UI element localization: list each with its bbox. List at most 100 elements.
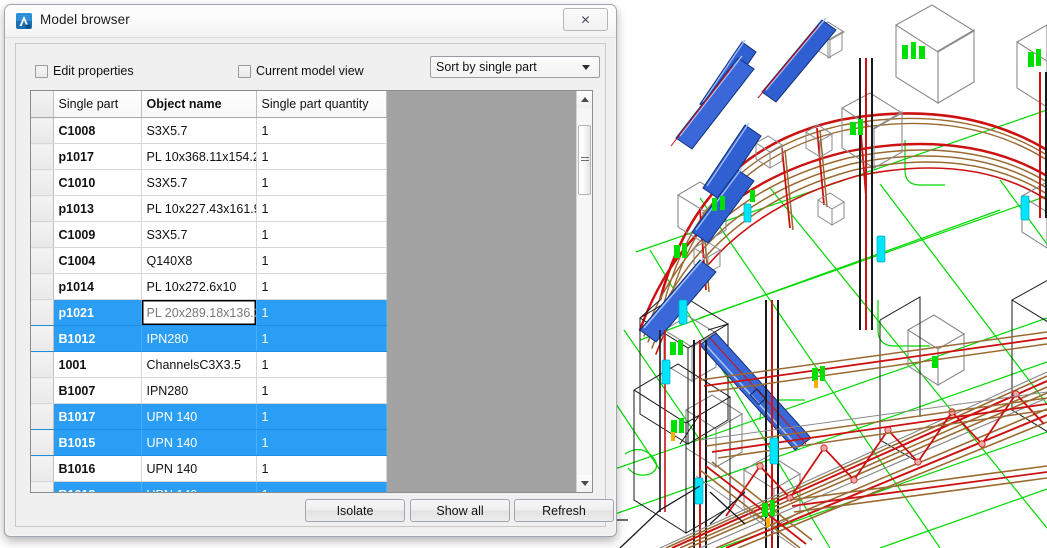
cell-single-part[interactable]: B1017 — [53, 403, 142, 430]
row-selector-cell[interactable] — [31, 429, 54, 456]
cell-single-part-quantity[interactable]: 1 — [256, 455, 387, 482]
cell-single-part[interactable]: C1004 — [53, 247, 142, 274]
scroll-down-icon[interactable] — [577, 475, 592, 492]
row-selector-cell[interactable] — [31, 455, 54, 482]
cell-single-part[interactable]: p1017 — [53, 143, 142, 170]
cell-object-name-editing[interactable]: PL 20x289.18x136.2 — [141, 299, 257, 326]
isolate-button[interactable]: Isolate — [305, 499, 405, 522]
cell-single-part-quantity[interactable]: 1 — [256, 117, 387, 144]
cell-object-name[interactable]: S3X5.7 — [141, 169, 257, 196]
cell-single-part[interactable]: p1021 — [53, 299, 142, 326]
cell-single-part-quantity[interactable]: 1 — [256, 481, 387, 492]
cell-single-part-quantity[interactable]: 1 — [256, 143, 387, 170]
cell-single-part-quantity[interactable]: 1 — [256, 273, 387, 300]
scrollbar-thumb[interactable] — [578, 125, 591, 195]
table-row[interactable]: C1004 Q140X8 1 — [31, 247, 387, 274]
table-row[interactable]: 1001 ChannelsC3X3.5 1 — [31, 351, 387, 378]
table-row[interactable]: B1012 IPN280 1 — [31, 325, 387, 352]
row-selector-cell[interactable] — [31, 169, 54, 196]
column-header-selector[interactable] — [31, 91, 54, 118]
cell-object-name[interactable]: UPN 140 — [141, 429, 257, 456]
row-selector-cell[interactable] — [31, 221, 54, 248]
checkbox-box — [35, 64, 48, 78]
table-header-row: Single part Object name Single part quan… — [31, 91, 387, 118]
cell-single-part[interactable]: p1013 — [53, 195, 142, 222]
column-header-single-part[interactable]: Single part — [53, 91, 142, 118]
row-selector-cell[interactable] — [31, 325, 54, 352]
cell-single-part-quantity[interactable]: 1 — [256, 377, 387, 404]
checkbox-label: Current model view — [256, 64, 364, 78]
table-row[interactable]: p1013 PL 10x227.43x161.95 1 — [31, 195, 387, 222]
column-header-single-part-quantity[interactable]: Single part quantity — [256, 91, 387, 118]
cell-single-part[interactable]: B1018 — [53, 481, 142, 492]
cell-object-name[interactable]: UPN 140 — [141, 481, 257, 492]
table-row[interactable]: p1021 PL 20x289.18x136.2 1 — [31, 299, 387, 326]
grid-vertical-scrollbar[interactable] — [576, 91, 592, 492]
table-row[interactable]: C1010 S3X5.7 1 — [31, 169, 387, 196]
cell-single-part-quantity[interactable]: 1 — [256, 169, 387, 196]
cell-single-part[interactable]: C1009 — [53, 221, 142, 248]
cell-single-part[interactable]: B1015 — [53, 429, 142, 456]
table-row[interactable]: p1017 PL 10x368.11x154.28 1 — [31, 143, 387, 170]
cell-object-name[interactable]: UPN 140 — [141, 403, 257, 430]
cell-single-part[interactable]: 1001 — [53, 351, 142, 378]
refresh-button[interactable]: Refresh — [514, 499, 614, 522]
row-selector-cell[interactable] — [31, 195, 54, 222]
cell-single-part[interactable]: C1010 — [53, 169, 142, 196]
parts-grid[interactable]: Single part Object name Single part quan… — [30, 90, 593, 493]
row-selector-cell[interactable] — [31, 143, 54, 170]
chevron-down-icon — [582, 64, 590, 70]
dialog-body: Edit properties Current model view Sort … — [15, 43, 614, 527]
cell-object-name[interactable]: PL 10x272.6x10 — [141, 273, 257, 300]
show-all-button[interactable]: Show all — [410, 499, 510, 522]
cell-object-name[interactable]: IPN280 — [141, 325, 257, 352]
cell-single-part-quantity[interactable]: 1 — [256, 299, 387, 326]
cell-single-part-quantity[interactable]: 1 — [256, 221, 387, 248]
table-row[interactable]: p1014 PL 10x272.6x10 1 — [31, 273, 387, 300]
autocad-a-icon — [16, 13, 32, 29]
cell-object-name[interactable]: PL 10x368.11x154.28 — [141, 143, 257, 170]
cell-single-part[interactable]: B1007 — [53, 377, 142, 404]
dialog-titlebar[interactable]: Model browser ✕ — [5, 5, 616, 38]
cell-object-name[interactable]: Q140X8 — [141, 247, 257, 274]
row-selector-cell[interactable] — [31, 351, 54, 378]
cell-single-part-quantity[interactable]: 1 — [256, 325, 387, 352]
cell-single-part-quantity[interactable]: 1 — [256, 403, 387, 430]
cell-single-part[interactable]: p1014 — [53, 273, 142, 300]
table-row[interactable]: B1015 UPN 140 1 — [31, 429, 387, 456]
table-row[interactable]: C1009 S3X5.7 1 — [31, 221, 387, 248]
cell-single-part[interactable]: C1008 — [53, 117, 142, 144]
close-button[interactable]: ✕ — [563, 8, 608, 31]
checkbox-edit-properties[interactable]: Edit properties — [35, 64, 134, 78]
cell-object-name[interactable]: S3X5.7 — [141, 117, 257, 144]
cell-object-name[interactable]: S3X5.7 — [141, 221, 257, 248]
cell-single-part[interactable]: B1016 — [53, 455, 142, 482]
scroll-up-icon[interactable] — [577, 91, 592, 108]
table-row[interactable]: B1018UPN 1401 — [31, 481, 387, 492]
model-browser-dialog: Model browser ✕ Edit properties Current … — [4, 4, 617, 537]
cell-single-part-quantity[interactable]: 1 — [256, 351, 387, 378]
row-selector-cell[interactable] — [31, 273, 54, 300]
cell-object-name[interactable]: IPN280 — [141, 377, 257, 404]
checkbox-current-model-view[interactable]: Current model view — [238, 64, 364, 78]
row-selector-cell[interactable] — [31, 377, 54, 404]
row-selector-cell[interactable] — [31, 247, 54, 274]
cell-single-part-quantity[interactable]: 1 — [256, 247, 387, 274]
cell-single-part[interactable]: B1012 — [53, 325, 142, 352]
row-selector-cell[interactable] — [31, 117, 54, 144]
cell-object-name[interactable]: PL 10x227.43x161.95 — [141, 195, 257, 222]
cell-object-name[interactable]: UPN 140 — [141, 455, 257, 482]
table-row[interactable]: B1016 UPN 140 1 — [31, 455, 387, 482]
column-header-object-name[interactable]: Object name — [141, 91, 257, 118]
row-selector-cell[interactable] — [31, 299, 54, 326]
cell-object-name[interactable]: ChannelsC3X3.5 — [141, 351, 257, 378]
sort-dropdown[interactable]: Sort by single part — [430, 56, 600, 78]
table-row[interactable]: C1008 S3X5.7 1 — [31, 117, 387, 144]
table-row[interactable]: B1017 UPN 140 1 — [31, 403, 387, 430]
row-selector-cell[interactable] — [31, 403, 54, 430]
checkbox-label: Edit properties — [53, 64, 134, 78]
row-selector-cell[interactable] — [31, 481, 54, 492]
table-row[interactable]: B1007 IPN280 1 — [31, 377, 387, 404]
cell-single-part-quantity[interactable]: 1 — [256, 429, 387, 456]
cell-single-part-quantity[interactable]: 1 — [256, 195, 387, 222]
